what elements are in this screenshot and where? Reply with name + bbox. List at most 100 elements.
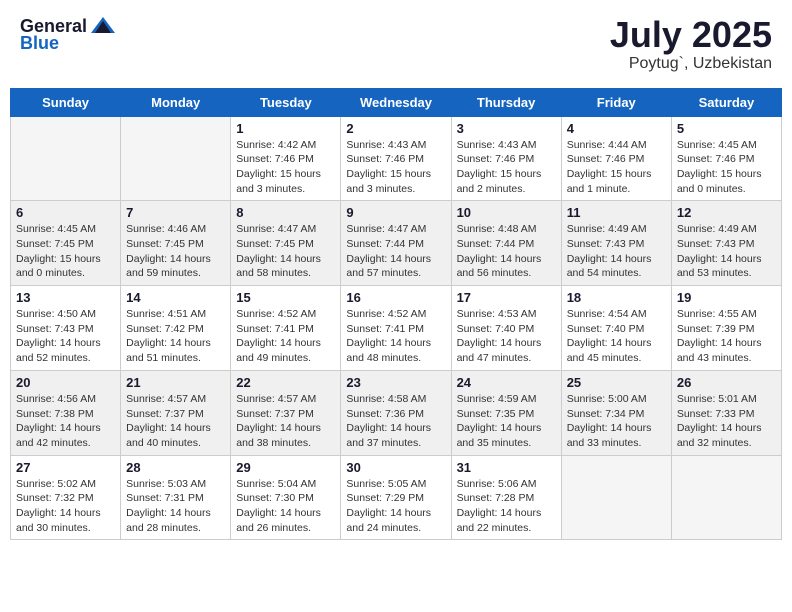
day-info: Sunrise: 4:47 AMSunset: 7:45 PMDaylight:… [236, 222, 335, 281]
day-number: 11 [567, 205, 666, 220]
day-info: Sunrise: 4:48 AMSunset: 7:44 PMDaylight:… [457, 222, 556, 281]
day-info: Sunrise: 4:59 AMSunset: 7:35 PMDaylight:… [457, 392, 556, 451]
calendar-day-cell [121, 116, 231, 201]
logo-icon [89, 15, 117, 37]
day-info: Sunrise: 4:43 AMSunset: 7:46 PMDaylight:… [346, 138, 445, 197]
day-number: 28 [126, 460, 225, 475]
calendar-day-cell: 28 Sunrise: 5:03 AMSunset: 7:31 PMDayligh… [121, 455, 231, 540]
day-number: 29 [236, 460, 335, 475]
calendar-day-cell: 4 Sunrise: 4:44 AMSunset: 7:46 PMDaylight… [561, 116, 671, 201]
day-number: 17 [457, 290, 556, 305]
header-monday: Monday [121, 88, 231, 116]
header-thursday: Thursday [451, 88, 561, 116]
header-wednesday: Wednesday [341, 88, 451, 116]
day-info: Sunrise: 5:04 AMSunset: 7:30 PMDaylight:… [236, 477, 335, 536]
day-number: 16 [346, 290, 445, 305]
header-tuesday: Tuesday [231, 88, 341, 116]
day-number: 8 [236, 205, 335, 220]
day-info: Sunrise: 4:50 AMSunset: 7:43 PMDaylight:… [16, 307, 115, 366]
calendar-day-cell: 3Sunrise: 4:43 AMSunset: 7:46 PMDaylight… [451, 116, 561, 201]
day-number: 6 [16, 205, 115, 220]
day-info: Sunrise: 5:03 AMSunset: 7:31 PMDaylight:… [126, 477, 225, 536]
day-number: 10 [457, 205, 556, 220]
calendar-day-cell: 20 Sunrise: 4:56 AMSunset: 7:38 PMDayligh… [11, 370, 121, 455]
day-info: Sunrise: 4:46 AMSunset: 7:45 PMDaylight:… [126, 222, 225, 281]
calendar-day-cell: 12Sunrise: 4:49 AMSunset: 7:43 PMDayligh… [671, 201, 781, 286]
day-number: 26 [677, 375, 776, 390]
calendar-day-cell: 13 Sunrise: 4:50 AMSunset: 7:43 PMDayligh… [11, 286, 121, 371]
calendar-week-row: 6 Sunrise: 4:45 AMSunset: 7:45 PMDaylight… [11, 201, 782, 286]
day-number: 13 [16, 290, 115, 305]
calendar-day-cell: 16 Sunrise: 4:52 AMSunset: 7:41 PMDayligh… [341, 286, 451, 371]
day-info: Sunrise: 4:57 AMSunset: 7:37 PMDaylight:… [126, 392, 225, 451]
day-info: Sunrise: 4:51 AMSunset: 7:42 PMDaylight:… [126, 307, 225, 366]
day-info: Sunrise: 4:43 AMSunset: 7:46 PMDaylight:… [457, 138, 556, 197]
day-number: 15 [236, 290, 335, 305]
calendar-day-cell: 30Sunrise: 5:05 AMSunset: 7:29 PMDayligh… [341, 455, 451, 540]
month-title: July 2025 [610, 15, 772, 55]
day-number: 30 [346, 460, 445, 475]
calendar-day-cell: 26 Sunrise: 5:01 AMSunset: 7:33 PMDayligh… [671, 370, 781, 455]
day-number: 31 [457, 460, 556, 475]
day-number: 23 [346, 375, 445, 390]
calendar-day-cell: 11 Sunrise: 4:49 AMSunset: 7:43 PMDayligh… [561, 201, 671, 286]
day-number: 9 [346, 205, 445, 220]
day-number: 2 [346, 121, 445, 136]
header-saturday: Saturday [671, 88, 781, 116]
calendar-day-cell: 25Sunrise: 5:00 AMSunset: 7:34 PMDayligh… [561, 370, 671, 455]
day-info: Sunrise: 4:45 AMSunset: 7:46 PMDaylight:… [677, 138, 776, 197]
day-number: 22 [236, 375, 335, 390]
calendar-day-cell: 10 Sunrise: 4:48 AMSunset: 7:44 PMDayligh… [451, 201, 561, 286]
header-friday: Friday [561, 88, 671, 116]
calendar-day-cell: 21 Sunrise: 4:57 AMSunset: 7:37 PMDayligh… [121, 370, 231, 455]
calendar-day-cell [671, 455, 781, 540]
day-number: 20 [16, 375, 115, 390]
day-info: Sunrise: 4:52 AMSunset: 7:41 PMDaylight:… [236, 307, 335, 366]
calendar-day-cell: 19Sunrise: 4:55 AMSunset: 7:39 PMDayligh… [671, 286, 781, 371]
calendar-day-cell: 31 Sunrise: 5:06 AMSunset: 7:28 PMDayligh… [451, 455, 561, 540]
day-info: Sunrise: 4:52 AMSunset: 7:41 PMDaylight:… [346, 307, 445, 366]
day-number: 27 [16, 460, 115, 475]
logo: General Blue [20, 15, 117, 54]
calendar-week-row: 13 Sunrise: 4:50 AMSunset: 7:43 PMDayligh… [11, 286, 782, 371]
day-number: 5 [677, 121, 776, 136]
day-info: Sunrise: 5:06 AMSunset: 7:28 PMDaylight:… [457, 477, 556, 536]
calendar-day-cell: 18Sunrise: 4:54 AMSunset: 7:40 PMDayligh… [561, 286, 671, 371]
calendar-week-row: 20 Sunrise: 4:56 AMSunset: 7:38 PMDayligh… [11, 370, 782, 455]
location-title: Poytug`, Uzbekistan [610, 55, 772, 73]
day-info: Sunrise: 4:44 AMSunset: 7:46 PMDaylight:… [567, 138, 666, 197]
calendar-day-cell: 23Sunrise: 4:58 AMSunset: 7:36 PMDayligh… [341, 370, 451, 455]
day-number: 24 [457, 375, 556, 390]
day-info: Sunrise: 4:45 AMSunset: 7:45 PMDaylight:… [16, 222, 115, 281]
day-info: Sunrise: 4:42 AMSunset: 7:46 PMDaylight:… [236, 138, 335, 197]
calendar-day-cell: 2 Sunrise: 4:43 AMSunset: 7:46 PMDaylight… [341, 116, 451, 201]
day-number: 25 [567, 375, 666, 390]
day-info: Sunrise: 5:01 AMSunset: 7:33 PMDaylight:… [677, 392, 776, 451]
logo-blue: Blue [20, 33, 59, 54]
header-sunday: Sunday [11, 88, 121, 116]
day-info: Sunrise: 4:57 AMSunset: 7:37 PMDaylight:… [236, 392, 335, 451]
calendar: SundayMondayTuesdayWednesdayThursdayFrid… [10, 88, 782, 541]
day-number: 1 [236, 121, 335, 136]
day-info: Sunrise: 4:47 AMSunset: 7:44 PMDaylight:… [346, 222, 445, 281]
calendar-day-cell: 15 Sunrise: 4:52 AMSunset: 7:41 PMDayligh… [231, 286, 341, 371]
day-number: 14 [126, 290, 225, 305]
calendar-day-cell: 24 Sunrise: 4:59 AMSunset: 7:35 PMDayligh… [451, 370, 561, 455]
day-number: 4 [567, 121, 666, 136]
calendar-day-cell: 27 Sunrise: 5:02 AMSunset: 7:32 PMDayligh… [11, 455, 121, 540]
calendar-day-cell: 8 Sunrise: 4:47 AMSunset: 7:45 PMDaylight… [231, 201, 341, 286]
calendar-day-cell [11, 116, 121, 201]
day-number: 19 [677, 290, 776, 305]
day-info: Sunrise: 4:49 AMSunset: 7:43 PMDaylight:… [567, 222, 666, 281]
title-area: July 2025 Poytug`, Uzbekistan [610, 15, 772, 73]
calendar-day-cell: 14 Sunrise: 4:51 AMSunset: 7:42 PMDayligh… [121, 286, 231, 371]
day-info: Sunrise: 4:53 AMSunset: 7:40 PMDaylight:… [457, 307, 556, 366]
calendar-week-row: 1 Sunrise: 4:42 AMSunset: 7:46 PMDaylight… [11, 116, 782, 201]
calendar-day-cell: 22 Sunrise: 4:57 AMSunset: 7:37 PMDayligh… [231, 370, 341, 455]
calendar-day-cell [561, 455, 671, 540]
day-number: 21 [126, 375, 225, 390]
calendar-day-cell: 29 Sunrise: 5:04 AMSunset: 7:30 PMDayligh… [231, 455, 341, 540]
day-info: Sunrise: 4:56 AMSunset: 7:38 PMDaylight:… [16, 392, 115, 451]
day-info: Sunrise: 5:02 AMSunset: 7:32 PMDaylight:… [16, 477, 115, 536]
calendar-header-row: SundayMondayTuesdayWednesdayThursdayFrid… [11, 88, 782, 116]
